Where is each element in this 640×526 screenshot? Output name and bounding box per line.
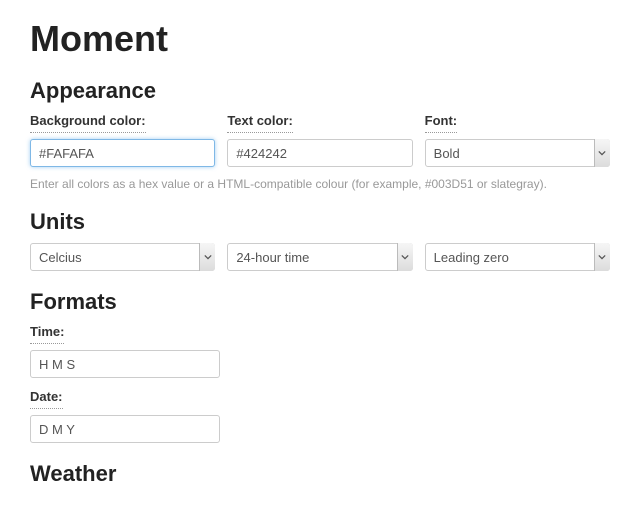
appearance-heading: Appearance xyxy=(30,78,610,104)
text-color-label: Text color: xyxy=(227,113,293,133)
weather-heading: Weather xyxy=(30,461,610,487)
time-format-select[interactable]: 24-hour time xyxy=(227,243,412,271)
text-color-input[interactable] xyxy=(227,139,412,167)
bg-color-label: Background color: xyxy=(30,113,146,133)
appearance-row: Background color: Text color: Font: Bold xyxy=(30,112,610,167)
appearance-hint: Enter all colors as a hex value or a HTM… xyxy=(30,177,610,191)
time-format-field: Time: xyxy=(30,323,610,378)
date-format-label: Date: xyxy=(30,389,63,409)
leading-zero-select[interactable]: Leading zero xyxy=(425,243,610,271)
formats-heading: Formats xyxy=(30,289,610,315)
font-label: Font: xyxy=(425,113,457,133)
time-format-label: Time: xyxy=(30,324,64,344)
units-heading: Units xyxy=(30,209,610,235)
bg-color-input[interactable] xyxy=(30,139,215,167)
date-format-field: Date: xyxy=(30,388,610,443)
font-select[interactable]: Bold xyxy=(425,139,610,167)
time-format-input[interactable] xyxy=(30,350,220,378)
font-field: Font: Bold xyxy=(425,112,610,167)
bg-color-field: Background color: xyxy=(30,112,215,167)
text-color-field: Text color: xyxy=(227,112,412,167)
date-format-input[interactable] xyxy=(30,415,220,443)
page-title: Moment xyxy=(30,18,610,60)
units-row: Celcius 24-hour time Leading zero xyxy=(30,243,610,271)
temperature-select[interactable]: Celcius xyxy=(30,243,215,271)
